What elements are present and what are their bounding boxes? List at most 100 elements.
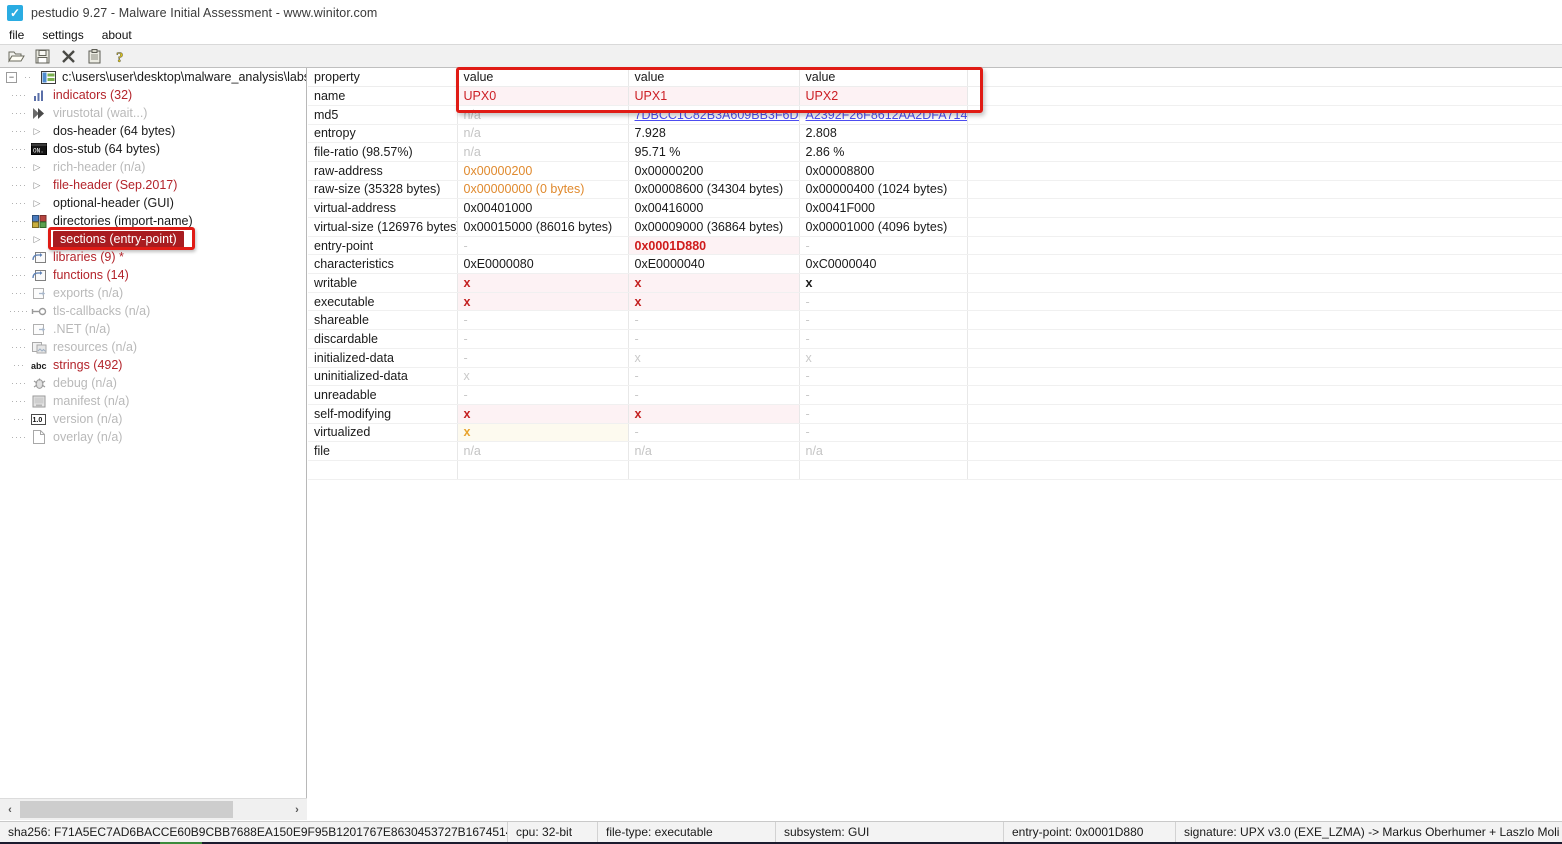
table-row[interactable]: writablexxx (308, 274, 1562, 293)
tree-item-sections[interactable]: ···· ▷ sections (entry-point) (0, 230, 306, 248)
cell-text: - (464, 313, 468, 327)
tree-item-tls-callbacks[interactable]: ····· tls-callbacks (n/a) (0, 302, 306, 320)
tree-item-directories[interactable]: ···· directories (import-name) (0, 212, 306, 230)
row-value-cell: - (628, 367, 799, 386)
expand-triangle-icon[interactable]: ▷ (30, 234, 44, 245)
table-row[interactable]: md5n/a7DBCC1C82B3A609BB3F6D...A2392F26F8… (308, 105, 1562, 124)
table-row[interactable]: virtual-size (126976 bytes)0x00015000 (8… (308, 218, 1562, 237)
tree-item-resources[interactable]: ···· resources (n/a) (0, 338, 306, 356)
collapse-expander-icon[interactable]: − (6, 72, 17, 83)
table-row[interactable]: entropyn/a7.9282.808 (308, 124, 1562, 143)
tree-horizontal-scrollbar[interactable]: ‹ › (0, 798, 307, 820)
table-row[interactable]: discardable--- (308, 330, 1562, 349)
row-filler-cell (967, 143, 1562, 162)
tree-item-label: rich-header (n/a) (53, 160, 145, 174)
column-header-value-1[interactable]: value (457, 68, 628, 87)
table-row[interactable]: characteristics0xE00000800xE00000400xC00… (308, 255, 1562, 274)
row-value-cell: - (799, 423, 967, 442)
cell-text: - (806, 313, 810, 327)
table-row[interactable]: unreadable--- (308, 386, 1562, 405)
table-row[interactable]: file-ratio (98.57%)n/a95.71 %2.86 % (308, 143, 1562, 162)
tree-item-optional-header[interactable]: ···· ▷ optional-header (GUI) (0, 194, 306, 212)
tree-item-overlay[interactable]: ···· overlay (n/a) (0, 428, 306, 446)
table-row[interactable]: nameUPX0UPX1UPX2 (308, 87, 1562, 106)
scroll-right-icon[interactable]: › (287, 800, 307, 820)
row-property-label: entropy (308, 124, 457, 143)
cell-text: x (806, 351, 812, 365)
cell-text: - (635, 332, 639, 346)
row-value-cell[interactable]: A2392F26F8612AA2DFA714E... (799, 105, 967, 124)
row-value-cell: 0x00401000 (457, 199, 628, 218)
table-row[interactable]: virtualizedx-- (308, 423, 1562, 442)
help-icon[interactable]: ? (108, 46, 132, 66)
clipboard-icon[interactable] (82, 46, 106, 66)
cell-text: 0x00401000 (464, 201, 533, 215)
table-row[interactable]: entry-point-0x0001D880- (308, 236, 1562, 255)
menu-item-file[interactable]: file (0, 27, 33, 43)
scrollbar-thumb[interactable] (20, 801, 233, 818)
save-icon[interactable] (30, 46, 54, 66)
tree-item-dos-stub[interactable]: ···· ON. dos-stub (64 bytes) (0, 140, 306, 158)
scroll-left-icon[interactable]: ‹ (0, 800, 20, 820)
tree-item-exports[interactable]: ···· exports (n/a) (0, 284, 306, 302)
tree-item-debug[interactable]: ···· debug (n/a) (0, 374, 306, 392)
tree-root-path: c:\users\user\desktop\malware_analysis\l… (62, 70, 307, 84)
md5-link[interactable]: A2392F26F8612AA2DFA714E... (806, 108, 968, 122)
column-header-value-3[interactable]: value (799, 68, 967, 87)
table-row[interactable]: executablexx- (308, 292, 1562, 311)
md5-link[interactable]: 7DBCC1C82B3A609BB3F6D... (635, 108, 800, 122)
sections-table-pane[interactable]: property value value value nameUPX0UPX1U… (308, 68, 1562, 798)
open-file-icon[interactable] (4, 46, 28, 66)
table-row[interactable]: virtual-address0x004010000x004160000x004… (308, 199, 1562, 218)
menu-item-settings[interactable]: settings (33, 27, 92, 43)
tree-item-label-selected: sections (entry-point) (53, 231, 184, 248)
tree-item-version[interactable]: ··· 1.0 version (n/a) (0, 410, 306, 428)
tree-item-manifest[interactable]: ···· manifest (n/a) (0, 392, 306, 410)
close-icon[interactable] (56, 46, 80, 66)
row-value-cell: 0x00416000 (628, 199, 799, 218)
cell-text: 0xC0000040 (806, 257, 877, 271)
tree-pane[interactable]: − ·· c:\users\user\desktop\malware_analy… (0, 68, 307, 798)
row-filler-cell (967, 311, 1562, 330)
expand-triangle-icon[interactable]: ▷ (30, 126, 44, 137)
tree-item-dotnet[interactable]: ···· .NET (n/a) (0, 320, 306, 338)
pestudio-window: ✓ pestudio 9.27 - Malware Initial Assess… (0, 0, 1562, 844)
tree-item-rich-header[interactable]: ···· ▷ rich-header (n/a) (0, 158, 306, 176)
column-header-filler (967, 68, 1562, 87)
table-row[interactable]: filen/an/an/a (308, 442, 1562, 461)
tree-item-libraries[interactable]: ···· libraries (9) * (0, 248, 306, 266)
row-value-cell: - (457, 311, 628, 330)
row-filler-cell (967, 105, 1562, 124)
row-filler-cell (967, 199, 1562, 218)
expand-triangle-icon[interactable]: ▷ (30, 162, 44, 173)
tree-item-label: directories (import-name) (53, 214, 193, 228)
tree-item-label: debug (n/a) (53, 376, 117, 390)
column-header-value-2[interactable]: value (628, 68, 799, 87)
scrollbar-track[interactable] (20, 800, 287, 820)
column-header-property[interactable]: property (308, 68, 457, 87)
table-row-empty (308, 460, 1562, 479)
table-row[interactable]: initialized-data-xx (308, 348, 1562, 367)
row-value-cell[interactable]: 7DBCC1C82B3A609BB3F6D... (628, 105, 799, 124)
tree-item-dos-header[interactable]: ···· ▷ dos-header (64 bytes) (0, 122, 306, 140)
table-row[interactable]: uninitialized-datax-- (308, 367, 1562, 386)
tree-guide: ···· (8, 194, 30, 212)
row-filler-cell (967, 236, 1562, 255)
expand-triangle-icon[interactable]: ▷ (30, 198, 44, 209)
tree-item-root[interactable]: − ·· c:\users\user\desktop\malware_analy… (0, 68, 306, 86)
table-row[interactable]: shareable--- (308, 311, 1562, 330)
row-value-cell: 2.808 (799, 124, 967, 143)
cell-text: x (635, 407, 642, 421)
tree-item-indicators[interactable]: ···· indicators (32) (0, 86, 306, 104)
cell-text: 0x00008600 (34304 bytes) (635, 182, 784, 196)
tree-item-functions[interactable]: ···· functions (14) (0, 266, 306, 284)
tree-item-virustotal[interactable]: ···· virustotal (wait...) (0, 104, 306, 122)
table-row[interactable]: raw-size (35328 bytes)0x00000000 (0 byte… (308, 180, 1562, 199)
tree-item-file-header[interactable]: ···· ▷ file-header (Sep.2017) (0, 176, 306, 194)
tree-item-strings[interactable]: ··· abc strings (492) (0, 356, 306, 374)
table-row[interactable]: self-modifyingxx- (308, 404, 1562, 423)
expand-triangle-icon[interactable]: ▷ (30, 180, 44, 191)
menu-item-about[interactable]: about (93, 27, 141, 43)
tree-guide: ···· (8, 158, 30, 176)
table-row[interactable]: raw-address0x000002000x000002000x0000880… (308, 161, 1562, 180)
